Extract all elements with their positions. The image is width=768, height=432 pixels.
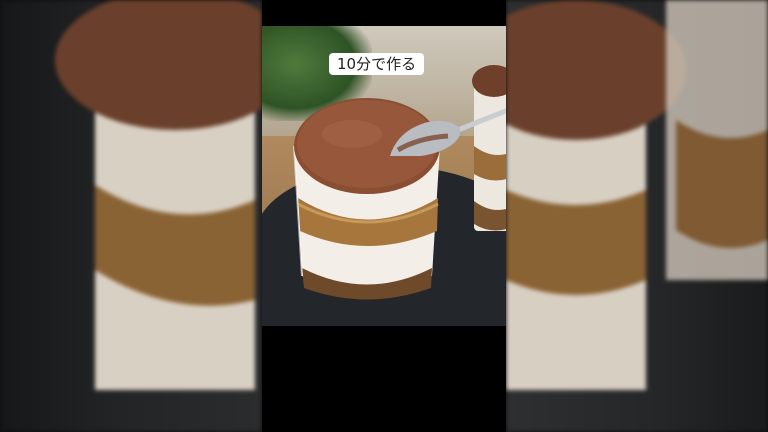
video-frame[interactable]: 10分で作る: [262, 0, 506, 432]
caption-label: 10分で作る: [329, 53, 425, 75]
blurred-left-panel: [0, 0, 295, 432]
spoon: [390, 108, 506, 156]
blurred-right-panel: [466, 0, 768, 432]
video-image: 10分で作る: [262, 26, 506, 326]
blurred-tiramisu-left: [55, 0, 295, 390]
blurred-tiramisu-right: [466, 0, 768, 390]
